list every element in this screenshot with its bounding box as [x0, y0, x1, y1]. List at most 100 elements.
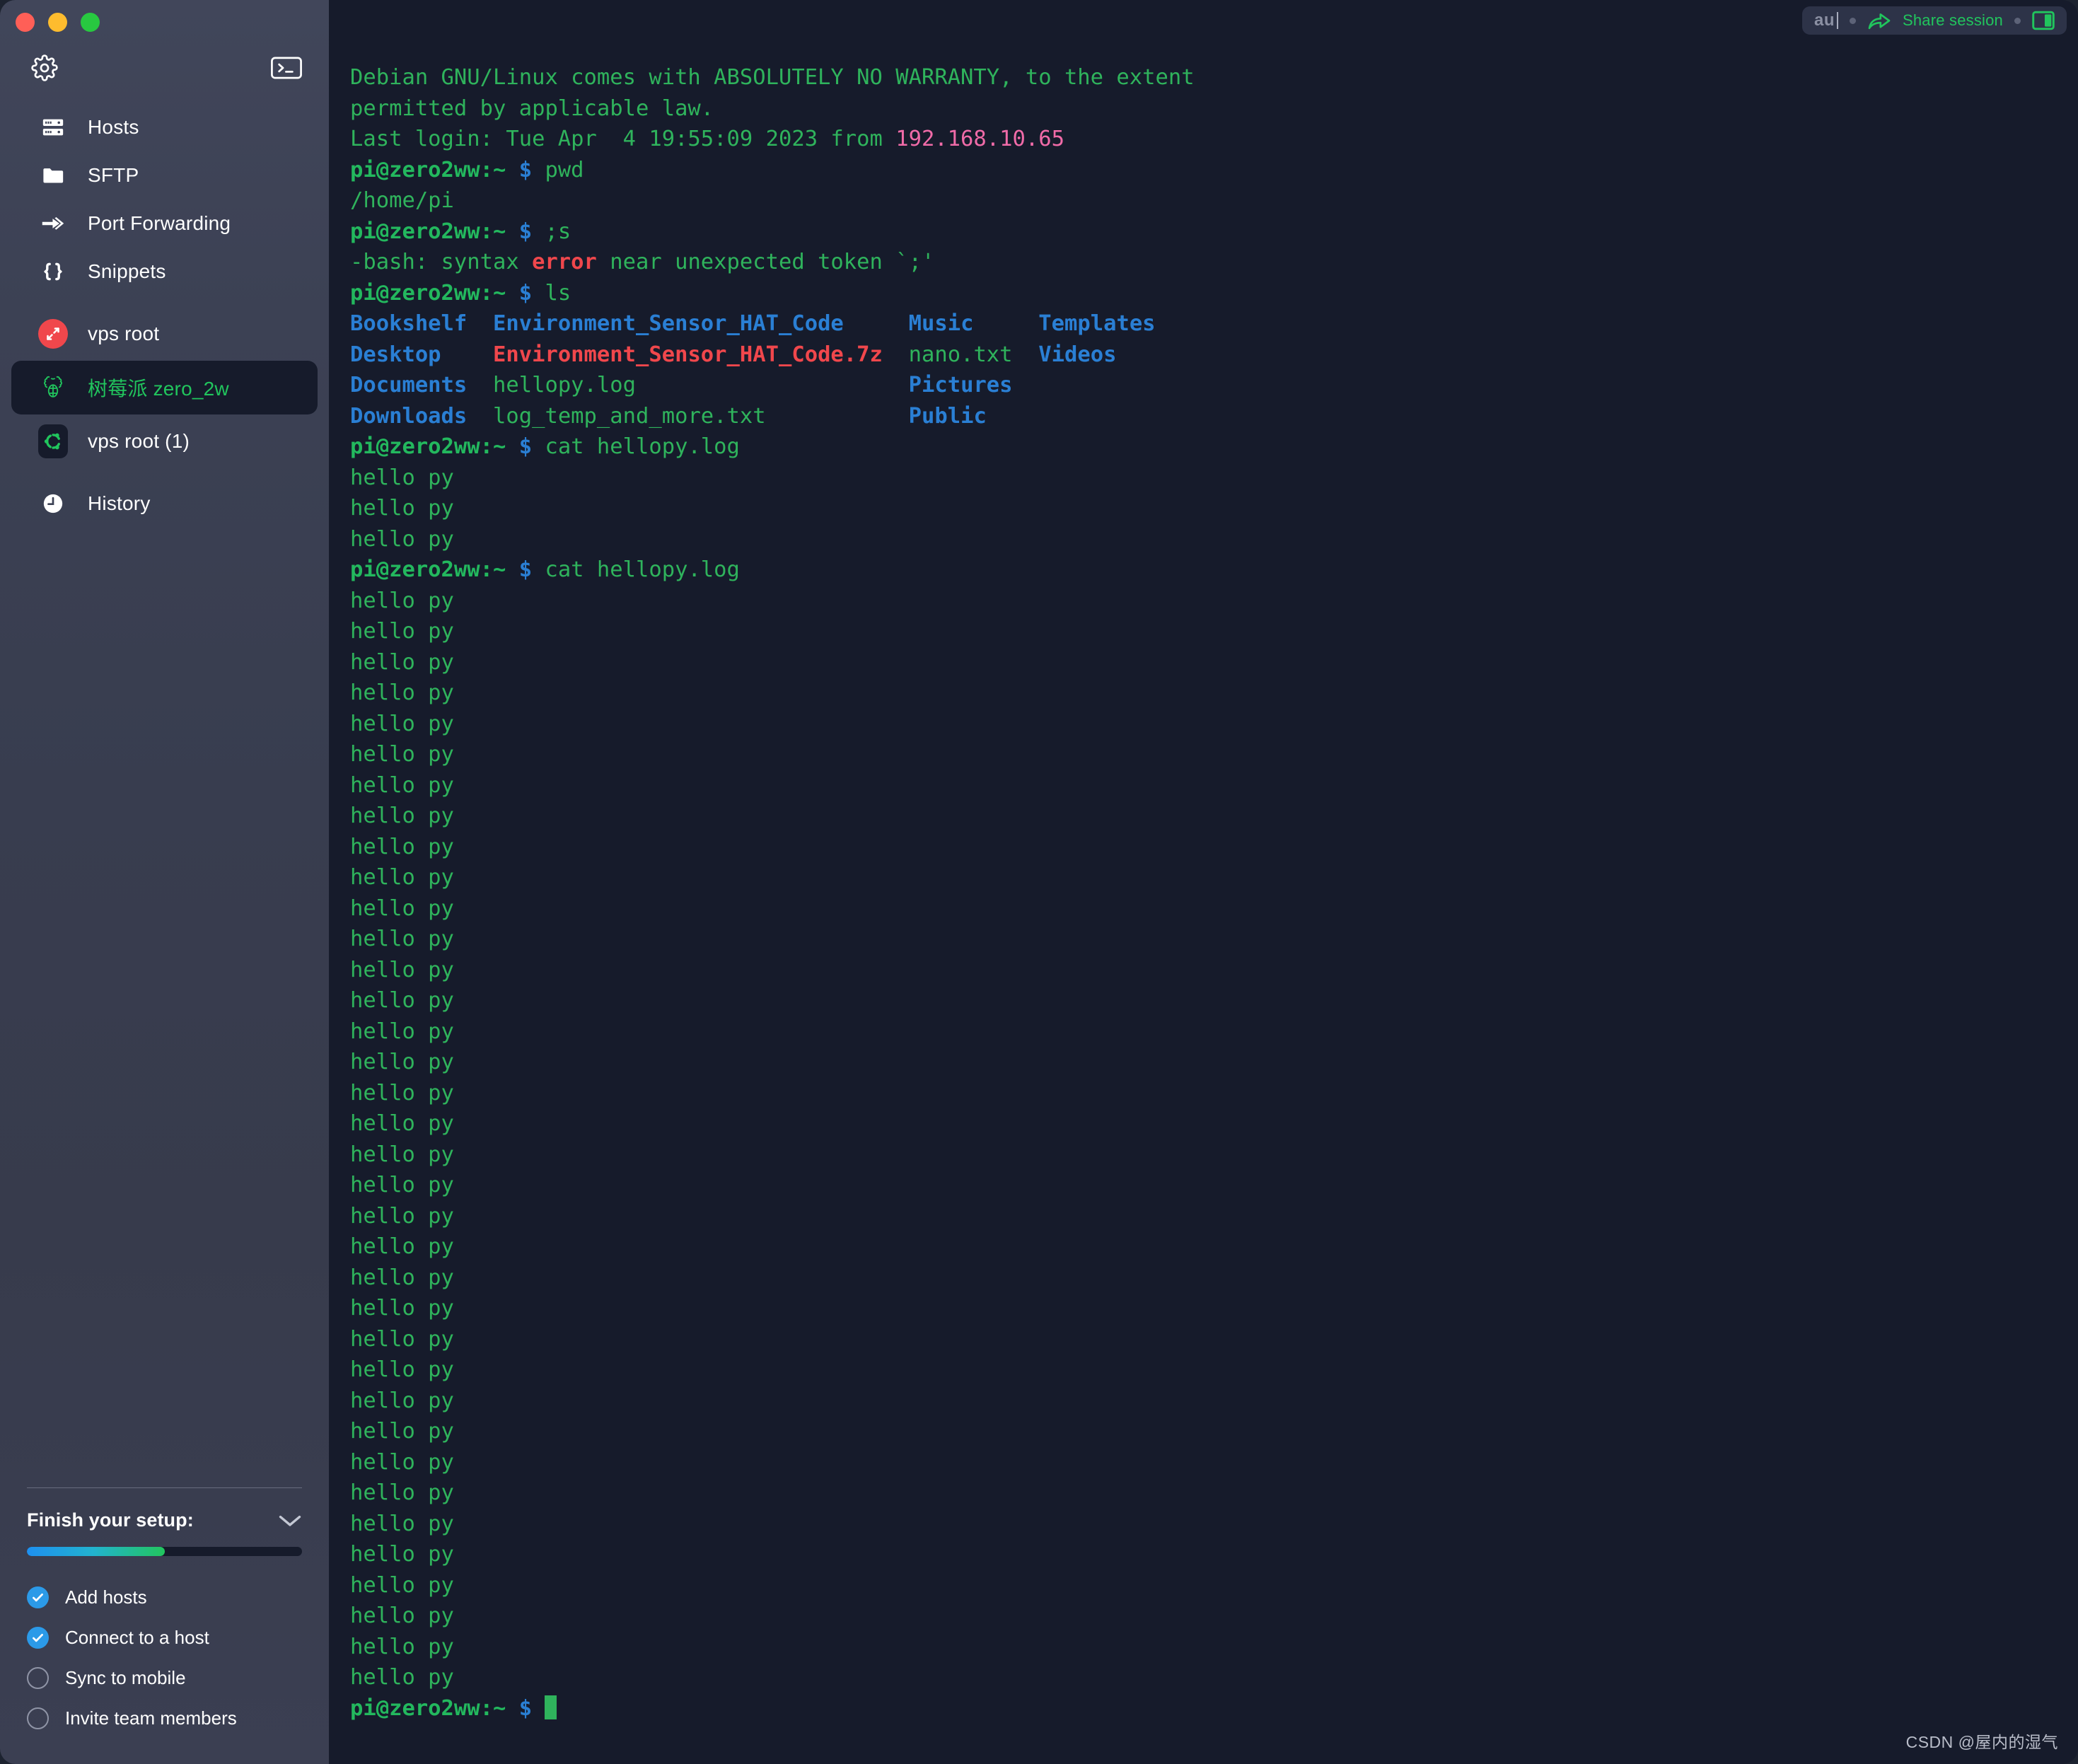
terminal-text: hello py	[350, 1173, 454, 1197]
terminal-text: hello py	[350, 772, 454, 798]
terminal-text: hello py	[350, 1388, 454, 1413]
terminal-text: hello py	[350, 649, 454, 675]
terminal-text: 192.168.10.65	[895, 127, 1064, 151]
terminal-line: hello py	[350, 832, 2078, 863]
share-arrow-icon[interactable]	[1867, 11, 1891, 30]
terminal-text: -bash: syntax	[350, 250, 533, 274]
divider	[27, 1487, 302, 1488]
terminal-line: hello py	[350, 1662, 2078, 1693]
minimize-button[interactable]	[48, 12, 67, 32]
terminal-text: Downloads	[350, 403, 468, 429]
terminal-text: hello py	[350, 1542, 454, 1567]
ubuntu-icon	[38, 424, 68, 458]
terminal-text: hello py	[350, 834, 454, 859]
sidebar-item-hosts[interactable]: Hosts	[11, 103, 318, 151]
terminal-line: hello py	[350, 647, 2078, 678]
terminal-text: hello py	[350, 1449, 454, 1475]
terminal-text: hello py	[350, 1603, 454, 1628]
sidebar-item-label: Hosts	[88, 116, 139, 138]
sidebar-item-label: Port Forwarding	[88, 212, 231, 234]
terminal-text: Public	[908, 403, 987, 429]
terminal-text: hello py	[350, 1357, 454, 1382]
resize-arrows-icon	[38, 319, 68, 349]
sidebar-item-port-forwarding[interactable]: Port Forwarding	[11, 199, 318, 248]
sidebar-session-vps-root[interactable]: vps root	[11, 307, 318, 361]
folder-icon	[38, 163, 68, 187]
sidebar-session-label: 树莓派 zero_2w	[88, 378, 229, 400]
server-icon	[38, 115, 68, 139]
terminal-text: pi@zero2ww:~	[350, 219, 506, 244]
text-caret	[1836, 12, 1838, 29]
terminal-text: $	[506, 219, 545, 244]
terminal-text: pwd	[545, 157, 584, 182]
terminal-text: Last login: Tue Apr 4 19:55:09 2023 from	[350, 127, 896, 151]
terminal-line: Bookshelf Environment_Sensor_HAT_Code Mu…	[350, 308, 2078, 340]
sidebar-item-history[interactable]: History	[11, 480, 318, 528]
terminal-line: pi@zero2ww:~ $ cat hellopy.log	[350, 431, 2078, 463]
terminal-text: hello py	[350, 1234, 454, 1259]
close-button[interactable]	[16, 12, 35, 32]
terminal-line: hello py	[350, 893, 2078, 924]
setup-task-connect-to-a-host[interactable]: Connect to a host	[27, 1618, 302, 1658]
terminal-line: hello py	[350, 770, 2078, 801]
terminal-text: hello py	[350, 1419, 454, 1444]
terminal-text: Videos	[1038, 342, 1117, 367]
terminal-text: hello py	[350, 1296, 454, 1321]
terminal-text: hello py	[350, 496, 454, 521]
terminal-text: Debian GNU/Linux comes with ABSOLUTELY N…	[350, 65, 1195, 90]
sidebar-session-vps-root-1[interactable]: vps root (1)	[11, 414, 318, 468]
sidebar-item-snippets[interactable]: Snippets	[11, 248, 318, 296]
terminal-line: hello py	[350, 801, 2078, 832]
separator-dot	[1849, 17, 1856, 24]
terminal-line: hello py	[350, 1016, 2078, 1048]
setup-task-add-hosts[interactable]: Add hosts	[27, 1577, 302, 1618]
setup-header[interactable]: Finish your setup:	[27, 1509, 302, 1531]
share-session-bar: au Share session	[1801, 6, 2067, 35]
split-pane-icon[interactable]	[2032, 11, 2055, 30]
sidebar-session-raspberry-pi[interactable]: 树莓派 zero_2w	[11, 361, 318, 414]
forward-arrow-icon	[38, 213, 68, 234]
setup-task-sync-to-mobile[interactable]: Sync to mobile	[27, 1658, 302, 1698]
terminal-line: hello py	[350, 739, 2078, 770]
gear-icon[interactable]	[31, 54, 58, 81]
separator-dot	[2014, 17, 2021, 24]
terminal-text: Documents	[350, 373, 468, 398]
terminal-text: error	[532, 250, 597, 274]
share-session-label[interactable]: Share session	[1903, 11, 2003, 30]
terminal-line: hello py	[350, 1354, 2078, 1386]
sidebar-item-sftp[interactable]: SFTP	[11, 151, 318, 199]
terminal-text: Environment_Sensor_HAT_Code	[493, 311, 844, 336]
setup-task-label: Connect to a host	[65, 1627, 209, 1648]
raspberry-pi-icon	[38, 374, 68, 401]
terminal-text: hello py	[350, 1111, 454, 1136]
chevron-down-icon[interactable]	[278, 1513, 302, 1528]
terminal-line: Documents hellopy.log Pictures	[350, 370, 2078, 401]
watermark: CSDN @屋内的湿气	[1905, 1733, 2058, 1751]
terminal-text: hello py	[350, 588, 454, 613]
terminal-line: pi@zero2ww:~ $ ls	[350, 278, 2078, 309]
sidebar-item-label: SFTP	[88, 164, 139, 186]
terminal-text: ls	[545, 280, 571, 306]
terminal-icon[interactable]	[271, 57, 302, 79]
terminal-line: pi@zero2ww:~ $ ;s	[350, 216, 2078, 248]
terminal-line: hello py	[350, 1108, 2078, 1139]
terminal-text: hello py	[350, 957, 454, 982]
terminal-line: hello py	[350, 1601, 2078, 1632]
braces-icon	[38, 260, 68, 284]
setup-task-invite-team-members[interactable]: Invite team members	[27, 1698, 302, 1739]
terminal-line: Downloads log_temp_and_more.txt Public	[350, 401, 2078, 432]
terminal-text: Bookshelf	[350, 311, 468, 336]
terminal-line: Desktop Environment_Sensor_HAT_Code.7z n…	[350, 340, 2078, 371]
check-icon	[27, 1627, 49, 1649]
maximize-button[interactable]	[81, 12, 100, 32]
terminal-output[interactable]: Debian GNU/Linux comes with ABSOLUTELY N…	[329, 0, 2078, 1764]
setup-progress-fill	[27, 1547, 165, 1556]
share-session-input[interactable]: au	[1814, 11, 1838, 30]
terminal-text: pi@zero2ww:~	[350, 434, 506, 459]
terminal-line: hello py	[350, 1632, 2078, 1663]
